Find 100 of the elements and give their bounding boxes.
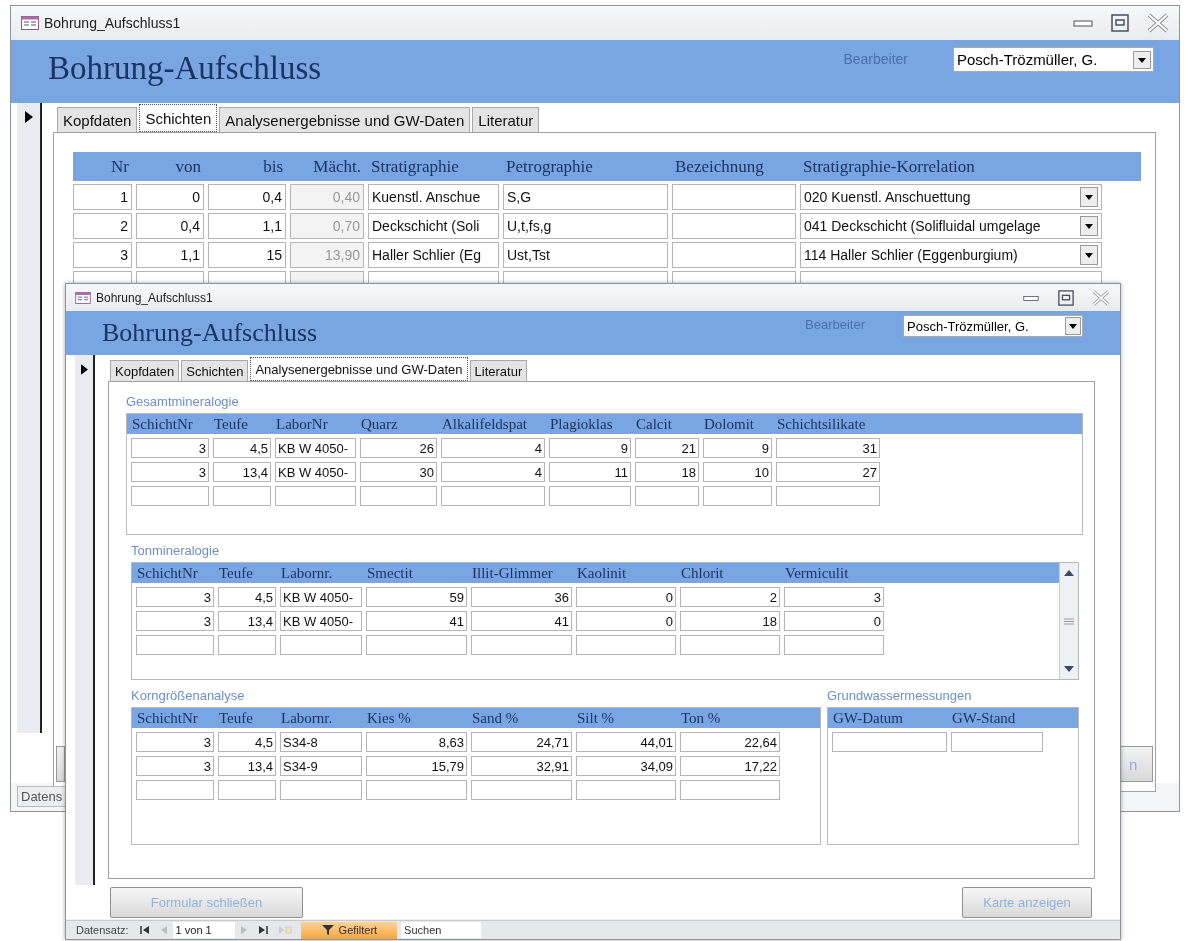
tab[interactable]: Literatur [469, 360, 528, 381]
column-header: GW-Datum [832, 709, 904, 727]
table-cell: Haller Schlier (Eg [368, 242, 499, 268]
table-cell: 1 [73, 184, 132, 210]
column-header: Nr [110, 156, 130, 177]
table-cell: Deckschicht (Soli [368, 213, 499, 239]
table-cell: 18 [680, 611, 780, 631]
column-header: SchichtNr [131, 415, 194, 433]
table-cell: 15 [208, 242, 286, 268]
tab[interactable]: Kopfdaten [57, 107, 138, 132]
column-header: Quarz [360, 415, 399, 433]
table-cell: 3 [73, 242, 132, 268]
table-cell: 13,4 [218, 611, 276, 631]
table-cell: 3 [784, 587, 884, 607]
button[interactable] [56, 746, 65, 782]
scroll-up-icon[interactable] [1063, 569, 1075, 577]
table-cell: 36 [471, 587, 572, 607]
form-heading: Bohrung-Aufschluss [48, 50, 322, 87]
table-cell [218, 780, 276, 800]
column-header: Plagioklas [549, 415, 614, 433]
table-cell: 4,5 [218, 732, 276, 752]
minimize-icon[interactable] [1022, 293, 1040, 302]
funnel-icon [320, 924, 335, 936]
dropdown-icon[interactable] [1080, 187, 1098, 207]
tab[interactable]: Schichten [139, 104, 218, 132]
dropdown-icon[interactable] [1080, 216, 1098, 236]
scroll-down-icon[interactable] [1063, 665, 1075, 673]
table-cell: 1,1 [136, 242, 204, 268]
editor-dropdown[interactable]: Posch-Trözmüller, G. [953, 47, 1154, 72]
column-header: Kaolinit [576, 564, 628, 582]
table-cell: S,G [503, 184, 668, 210]
dropdown-icon[interactable] [1080, 245, 1098, 265]
grip-icon [1064, 617, 1074, 625]
table-cell: 9 [703, 438, 772, 458]
dropdown-icon[interactable] [1065, 317, 1081, 335]
record-selector[interactable] [75, 355, 95, 885]
filter-toggle[interactable]: Gefiltert [300, 921, 398, 939]
tab[interactable]: Analysenergebnisse und GW-Daten [219, 107, 471, 132]
column-header: Petrographie [505, 156, 594, 177]
column-header: Silt % [576, 709, 616, 727]
column-header: Illit-Glimmer [471, 564, 554, 582]
table-cell: 30 [360, 462, 437, 482]
combo-field[interactable]: 020 Kuenstl. Anschuettung [800, 184, 1102, 210]
maximize-icon[interactable] [1058, 289, 1074, 306]
first-record-icon[interactable] [139, 925, 150, 935]
record-position-field[interactable]: 1 von 1 [172, 922, 235, 938]
column-header: Ton % [680, 709, 722, 727]
current-record-icon [24, 111, 33, 123]
section-title: Tonmineralogie [131, 543, 221, 560]
form-heading: Bohrung-Aufschluss [102, 318, 318, 348]
record-selector[interactable] [17, 103, 42, 733]
table-cell: KB W 4050- [275, 438, 356, 458]
editor-dropdown[interactable]: Posch-Trözmüller, G. [903, 315, 1083, 337]
combo-field[interactable]: 114 Haller Schlier (Eggenburgium) [800, 242, 1102, 268]
column-header: Schichtsilikate [776, 415, 867, 433]
table-cell: 21 [635, 438, 699, 458]
column-header: Vermiculit [784, 564, 850, 582]
current-record-icon [80, 364, 88, 375]
tab[interactable]: Literatur [472, 107, 540, 132]
record-label: Datensatz: [76, 924, 129, 936]
table-cell: 0,40 [290, 184, 364, 210]
column-header: Kies % [366, 709, 412, 727]
table-cell: 3 [136, 587, 214, 607]
table-cell: S34-8 [280, 732, 362, 752]
minimize-icon[interactable] [1073, 18, 1093, 28]
tab[interactable]: Schichten [181, 360, 249, 381]
window-title: Bohrung_Aufschluss1 [96, 290, 213, 305]
column-header: Bezeichnung [674, 156, 765, 177]
column-header: SchichtNr [136, 564, 199, 582]
column-header: Sand % [471, 709, 520, 727]
search-field[interactable]: Suchen [401, 922, 482, 938]
table-cell: 31 [776, 438, 880, 458]
form-icon [21, 16, 39, 30]
scrollbar[interactable] [1059, 563, 1078, 679]
dropdown-icon[interactable] [1133, 50, 1151, 69]
table-cell: 8,63 [366, 732, 467, 752]
last-record-icon[interactable] [257, 925, 268, 935]
column-header: GW-Stand [951, 709, 1017, 727]
table-cell: 13,4 [218, 756, 276, 776]
table-cell: 3 [136, 732, 214, 752]
table-cell: 26 [360, 438, 437, 458]
table-cell: 4 [441, 462, 545, 482]
column-header: Stratigraphie-Korrelation [802, 156, 976, 177]
table-cell: 22,64 [680, 732, 780, 752]
table-cell: 11 [549, 462, 631, 482]
table-cell [635, 486, 699, 506]
tab[interactable]: Kopfdaten [110, 360, 180, 381]
column-header: SchichtNr [136, 709, 199, 727]
table-cell: 2 [73, 213, 132, 239]
column-header: von [174, 156, 202, 177]
table-cell: 32,91 [471, 756, 572, 776]
combo-field[interactable]: 041 Deckschicht (Solifluidal umgelage [800, 213, 1102, 239]
table-cell: U,t,fs,g [503, 213, 668, 239]
maximize-icon[interactable] [1111, 14, 1129, 32]
table-cell: Kuenstl. Anschue [368, 184, 499, 210]
tab[interactable]: Analysenergebnisse und GW-Daten [250, 357, 468, 381]
column-header: Calcit [635, 415, 673, 433]
table-cell: 41 [471, 611, 572, 631]
table-cell: 3 [131, 462, 209, 482]
close-icon[interactable] [1147, 13, 1169, 33]
